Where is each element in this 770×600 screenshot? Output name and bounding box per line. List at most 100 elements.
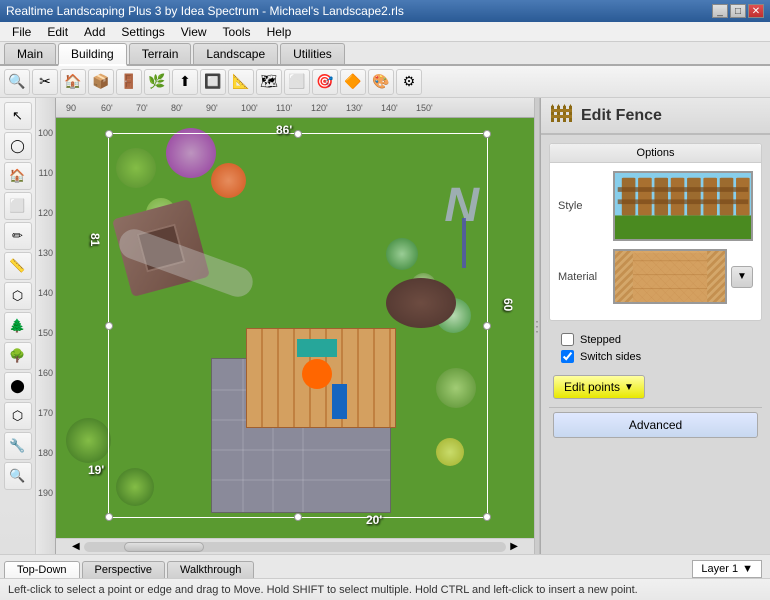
ruler-horizontal: 90 60' 70' 80' 90' 100' 110' 120' 130' 1…	[36, 98, 534, 118]
menu-bar: File Edit Add Settings View Tools Help	[0, 22, 770, 42]
tab-bar: Main Building Terrain Landscape Utilitie…	[0, 42, 770, 66]
menu-file[interactable]: File	[4, 23, 39, 41]
handle-lm[interactable]	[105, 322, 113, 330]
toolbar-btn-12[interactable]: 🔶	[340, 69, 366, 95]
north-pointer	[462, 218, 466, 268]
panel-separator	[549, 407, 762, 408]
h-scroll-thumb[interactable]	[124, 542, 204, 552]
material-preview-container: ▼	[613, 249, 753, 304]
close-btn[interactable]: ✕	[748, 4, 764, 18]
material-preview[interactable]	[613, 249, 727, 304]
handle-bm[interactable]	[294, 513, 302, 521]
scroll-right-btn[interactable]: ▶	[510, 541, 518, 552]
left-tool-zoom[interactable]: 🔍	[4, 462, 32, 490]
tree-5	[66, 418, 111, 463]
handle-br[interactable]	[483, 513, 491, 521]
checkbox-section: Stepped Switch sides	[549, 329, 762, 371]
edit-points-btn[interactable]: Edit points ▼	[553, 375, 645, 399]
menu-view[interactable]: View	[173, 23, 215, 41]
toolbar-btn-10[interactable]: ⬜	[284, 69, 310, 95]
tab-main[interactable]: Main	[4, 43, 56, 64]
left-tool-select[interactable]: ↖	[4, 102, 32, 130]
toolbar-btn-7[interactable]: 🔲	[200, 69, 226, 95]
left-tool-hex[interactable]: ⬡	[4, 402, 32, 430]
toolbar-btn-9[interactable]: 🗺	[256, 69, 282, 95]
measure-left-1: 81	[88, 233, 102, 246]
toolbar-btn-13[interactable]: 🎨	[368, 69, 394, 95]
layer-indicator[interactable]: Layer 1 ▼	[692, 560, 762, 578]
toolbar-btn-0[interactable]: 🔍	[4, 69, 30, 95]
handle-tm[interactable]	[294, 130, 302, 138]
window-title: Realtime Landscaping Plus 3 by Idea Spec…	[6, 4, 404, 18]
left-tool-poly[interactable]: ⬡	[4, 282, 32, 310]
toolbar-btn-8[interactable]: 📐	[228, 69, 254, 95]
options-group: Options Style	[549, 143, 762, 321]
panel-header: Edit Fence	[541, 98, 770, 135]
left-tool-rect[interactable]: ⬜	[4, 192, 32, 220]
tab-building[interactable]: Building	[58, 43, 127, 66]
left-tool-house[interactable]: 🏠	[4, 162, 32, 190]
fence-boundary[interactable]	[108, 133, 488, 518]
left-tool-tree1[interactable]: 🌲	[4, 312, 32, 340]
style-preview[interactable]	[613, 171, 753, 241]
handle-bl[interactable]	[105, 513, 113, 521]
status-text: Left-click to select a point or edge and…	[8, 584, 638, 596]
tab-terrain[interactable]: Terrain	[129, 43, 192, 64]
canvas-area[interactable]: 90 60' 70' 80' 90' 100' 110' 120' 130' 1…	[36, 98, 534, 554]
layer-label: Layer 1	[701, 563, 738, 575]
right-panel: Edit Fence Options Style	[540, 98, 770, 554]
left-tool-tree2[interactable]: 🌳	[4, 342, 32, 370]
menu-edit[interactable]: Edit	[39, 23, 76, 41]
view-tab-topdown[interactable]: Top-Down	[4, 561, 80, 578]
toolbar-btn-1[interactable]: ✂	[32, 69, 58, 95]
left-tool-measure[interactable]: 📏	[4, 252, 32, 280]
options-label: Options	[550, 144, 761, 163]
scroll-left-btn[interactable]: ◀	[72, 541, 80, 552]
menu-add[interactable]: Add	[76, 23, 113, 41]
tab-landscape[interactable]: Landscape	[193, 43, 278, 64]
window-controls[interactable]: _ □ ✕	[712, 4, 764, 18]
left-tool-dot[interactable]: ⬤	[4, 372, 32, 400]
left-tool-wrench[interactable]: 🔧	[4, 432, 32, 460]
advanced-btn[interactable]: Advanced	[553, 412, 758, 438]
menu-help[interactable]: Help	[259, 23, 300, 41]
title-bar: Realtime Landscaping Plus 3 by Idea Spec…	[0, 0, 770, 22]
h-scroll-track[interactable]	[84, 542, 507, 552]
switch-sides-label[interactable]: Switch sides	[580, 351, 641, 363]
toolbar-btn-5[interactable]: 🌿	[144, 69, 170, 95]
left-tool-pen[interactable]: ✏	[4, 222, 32, 250]
edit-points-dropdown-icon: ▼	[624, 382, 634, 393]
toolbar-btn-2[interactable]: 🏠	[60, 69, 86, 95]
measure-top: 86'	[276, 123, 292, 137]
landscape-map[interactable]: 86' 60 20' 81 19' N	[56, 118, 534, 554]
handle-rm[interactable]	[483, 322, 491, 330]
style-label: Style	[558, 200, 613, 212]
handle-tr[interactable]	[483, 130, 491, 138]
minimize-btn[interactable]: _	[712, 4, 728, 18]
view-tab-walkthrough[interactable]: Walkthrough	[167, 561, 254, 578]
view-tab-perspective[interactable]: Perspective	[82, 561, 165, 578]
material-dropdown-btn[interactable]: ▼	[731, 266, 753, 288]
layer-dropdown-icon: ▼	[742, 563, 753, 575]
switch-sides-checkbox[interactable]	[561, 350, 574, 363]
stepped-checkbox[interactable]	[561, 333, 574, 346]
tab-utilities[interactable]: Utilities	[280, 43, 345, 64]
toolbar-btn-14[interactable]: ⚙	[396, 69, 422, 95]
toolbar-btn-4[interactable]: 🚪	[116, 69, 142, 95]
left-tool-circle[interactable]: ◯	[4, 132, 32, 160]
stepped-label[interactable]: Stepped	[580, 334, 621, 346]
h-scrollbar[interactable]: ◀ ▶	[56, 538, 534, 554]
material-label: Material	[558, 271, 613, 283]
toolbar-btn-11[interactable]: 🎯	[312, 69, 338, 95]
style-row: Style	[558, 171, 753, 241]
menu-tools[interactable]: Tools	[215, 23, 259, 41]
left-toolbar: ↖ ◯ 🏠 ⬜ ✏ 📏 ⬡ 🌲 🌳 ⬤ ⬡ 🔧 🔍	[0, 98, 36, 554]
material-row: Material	[558, 249, 753, 304]
toolbar-btn-6[interactable]: ⬆	[172, 69, 198, 95]
status-bar: Left-click to select a point or edge and…	[0, 578, 770, 600]
handle-tl[interactable]	[105, 130, 113, 138]
toolbar-btn-3[interactable]: 📦	[88, 69, 114, 95]
menu-settings[interactable]: Settings	[113, 23, 172, 41]
maximize-btn[interactable]: □	[730, 4, 746, 18]
measure-right: 60	[501, 298, 515, 311]
